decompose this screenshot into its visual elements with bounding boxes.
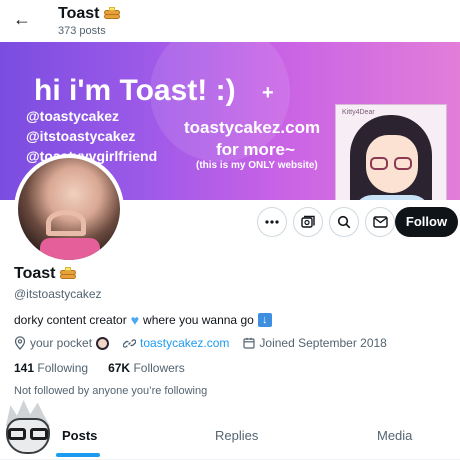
header-name: Toast xyxy=(58,5,100,22)
bio-text: dorky content creator xyxy=(14,313,127,327)
profile-avatar[interactable] xyxy=(14,154,124,264)
banner-handle: @toastycakez xyxy=(26,108,120,124)
subscriptions-icon[interactable] xyxy=(293,207,323,237)
banner-artwork: Kitty4Dear xyxy=(335,104,447,200)
follow-button[interactable]: Follow xyxy=(395,207,458,237)
banner-website-note: (this is my ONLY website) xyxy=(196,160,318,171)
profile-tabs: Posts Replies Media xyxy=(0,420,460,460)
more-horizontal-icon[interactable] xyxy=(257,207,287,237)
top-bar: ← Toast 373 posts xyxy=(0,0,460,42)
banner-headline: hi i'm Toast! :) xyxy=(34,74,236,107)
location-pin-icon xyxy=(14,336,26,350)
envelope-icon[interactable] xyxy=(365,207,395,237)
tab-replies[interactable]: Replies xyxy=(215,428,258,443)
calendar-icon xyxy=(243,337,256,349)
followers-count: 67K xyxy=(108,361,131,375)
arrow-left-icon[interactable]: ← xyxy=(12,9,32,29)
header-title: Toast xyxy=(58,5,121,23)
banner-website: toastycakez.com xyxy=(184,118,321,137)
profile-actions xyxy=(257,207,395,237)
follow-counts: 141 Following 67K Followers xyxy=(14,361,185,375)
profile-meta: your pocket toastycakez.com Joined Septe… xyxy=(14,336,387,350)
artist-signature: Kitty4Dear xyxy=(342,109,375,116)
down-arrow-emoji-icon: ↓ xyxy=(257,313,272,327)
not-followed-note: Not followed by anyone you’re following xyxy=(14,385,208,397)
face-emoji-icon xyxy=(96,336,110,350)
bio-text-2: where you wanna go xyxy=(143,313,254,327)
location-text: your pocket xyxy=(30,336,93,350)
blue-heart-icon: ♥ xyxy=(130,312,140,328)
link-icon xyxy=(123,338,137,348)
following-link[interactable]: 141 Following xyxy=(14,361,88,375)
post-count: 373 posts xyxy=(58,25,106,37)
banner-plus: + xyxy=(262,82,274,104)
active-tab-indicator xyxy=(56,453,100,457)
followers-label: Followers xyxy=(133,361,185,375)
display-name-text: Toast xyxy=(14,265,56,282)
profile-bio: dorky content creator ♥ where you wanna … xyxy=(14,312,272,328)
banner-handle: @itstoastycakez xyxy=(26,128,136,144)
website-link[interactable]: toastycakez.com xyxy=(140,336,229,350)
overlay-avatar-icon xyxy=(0,400,58,458)
pancake-emoji-icon xyxy=(103,7,121,21)
search-icon[interactable] xyxy=(329,207,359,237)
user-handle: @itstoastycakez xyxy=(14,287,102,301)
following-count: 141 xyxy=(14,361,35,375)
following-label: Following xyxy=(37,361,89,375)
tab-media[interactable]: Media xyxy=(377,428,412,443)
tab-posts[interactable]: Posts xyxy=(62,428,97,443)
pancake-emoji-icon xyxy=(59,267,77,281)
joined-date: Joined September 2018 xyxy=(259,336,387,350)
followers-link[interactable]: 67K Followers xyxy=(108,361,185,375)
display-name: Toast xyxy=(14,265,77,283)
banner-for-more: for more~ xyxy=(216,140,295,159)
